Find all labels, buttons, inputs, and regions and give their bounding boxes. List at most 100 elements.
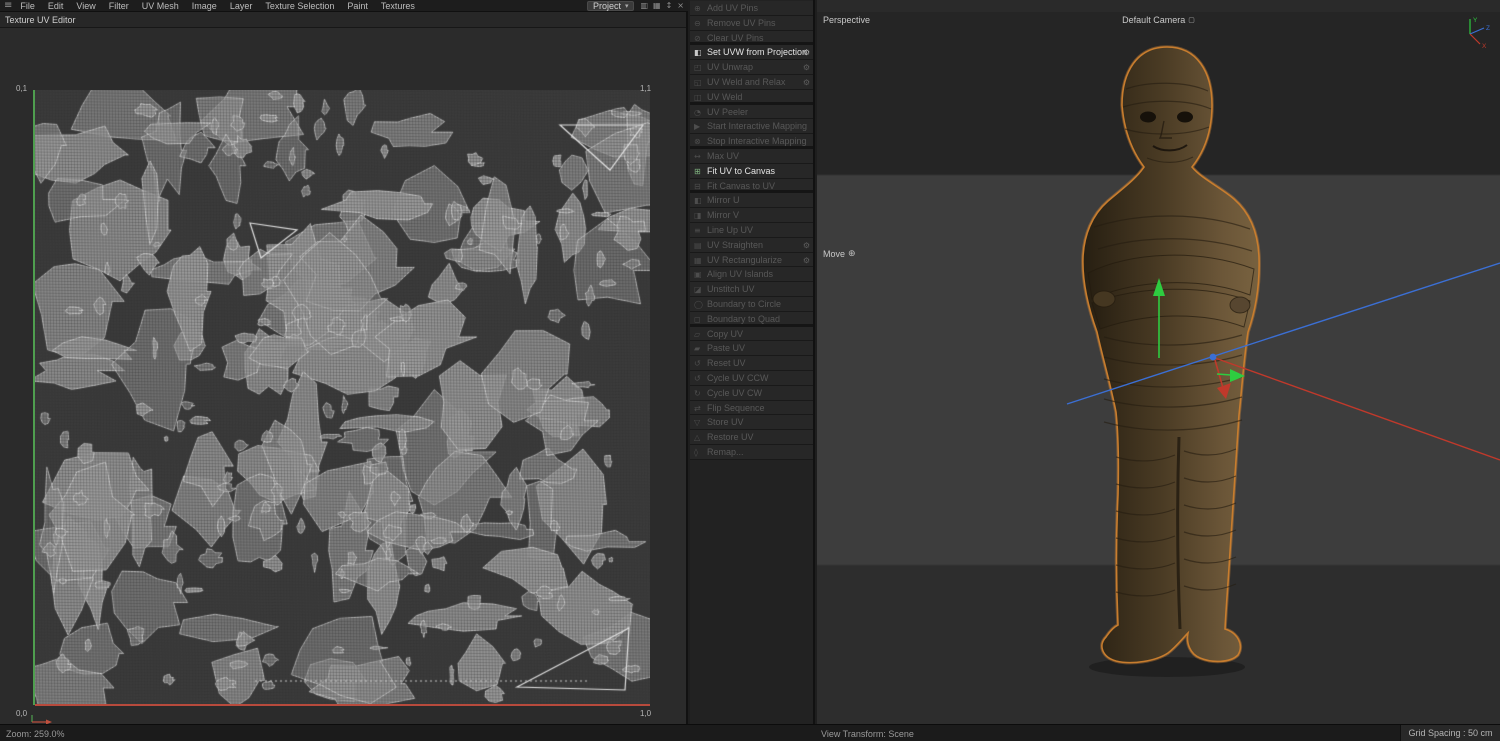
uv-command-label: Stop Interactive Mapping <box>707 136 807 146</box>
uv-command-row[interactable]: ⊕ Add UV Pins ⚙ <box>690 1 813 16</box>
menu-item[interactable]: Image <box>192 1 217 11</box>
uv-command-icon: ⊕ <box>694 1 701 16</box>
uv-command-label: Cycle UV CCW <box>707 373 769 383</box>
uv-command-row[interactable]: ◧ Set UVW from Projection ⚙ <box>690 45 813 60</box>
viewport-view-area[interactable]: Perspective Default Camera ▢ Move ⊕ <box>817 12 1500 724</box>
u-axis-line <box>35 704 650 706</box>
uv-command-row[interactable]: ⊟ Fit Canvas to UV ⚙ <box>690 179 813 194</box>
uv-command-label: Unstitch UV <box>707 284 755 294</box>
grid-spacing-status: Grid Spacing : 50 cm <box>1400 725 1500 741</box>
axis-orientation-icon: Y Z X <box>1452 14 1496 54</box>
uv-command-row[interactable]: ◨ Mirror V ⚙ <box>690 208 813 223</box>
uv-command-row[interactable]: ⊖ Remove UV Pins ⚙ <box>690 16 813 31</box>
uv-command-label: Max UV <box>707 151 739 161</box>
uv-command-icon: ◔ <box>694 105 701 120</box>
uv-command-label: Copy UV <box>707 329 743 339</box>
hamburger-icon[interactable]: ≡ <box>4 0 12 11</box>
uv-command-row[interactable]: ◯ Boundary to Circle ⚙ <box>690 297 813 312</box>
uv-command-label: Clear UV Pins <box>707 33 764 43</box>
uv-command-label: Set UVW from Projection <box>707 47 807 57</box>
uv-command-row[interactable]: ⊞ Fit UV to Canvas ⚙ <box>690 164 813 179</box>
uv-command-icon: ⊗ <box>694 134 701 149</box>
float-panel-icon[interactable]: ↕ <box>666 1 673 10</box>
uv-command-row[interactable]: ▤ UV Straighten ⚙ <box>690 238 813 253</box>
svg-text:Y: Y <box>1473 17 1478 24</box>
uv-command-row[interactable]: ◊ Remap... ⚙ <box>690 445 813 460</box>
uv-command-row[interactable]: ⊗ Stop Interactive Mapping ⚙ <box>690 134 813 149</box>
uv-command-label: Fit Canvas to UV <box>707 181 775 191</box>
uv-command-row[interactable]: ▱ Copy UV ⚙ <box>690 327 813 342</box>
uv-command-icon: ▰ <box>694 341 700 356</box>
uv-command-row[interactable]: ↺ Cycle UV CCW ⚙ <box>690 371 813 386</box>
uv-command-icon: ◰ <box>694 60 702 75</box>
menu-item[interactable]: Paint <box>347 1 368 11</box>
uv-command-row[interactable]: ◪ Unstitch UV ⚙ <box>690 282 813 297</box>
uv-command-label: UV Weld and Relax <box>707 77 785 87</box>
uv-command-row[interactable]: △ Restore UV ⚙ <box>690 430 813 445</box>
project-dropdown[interactable]: Project ▾ <box>587 1 635 11</box>
mummy-model[interactable] <box>1052 37 1272 682</box>
menu-item[interactable]: UV Mesh <box>142 1 179 11</box>
uv-command-row[interactable]: ◰ UV Unwrap ⚙ <box>690 60 813 75</box>
menu-item[interactable]: Filter <box>109 1 129 11</box>
menu-item[interactable]: View <box>76 1 95 11</box>
uv-command-row[interactable]: ⇄ Flip Sequence ⚙ <box>690 401 813 416</box>
uv-command-icon: ⊖ <box>694 16 701 31</box>
gear-icon[interactable]: ⚙ <box>803 60 810 75</box>
panel-title: Texture UV Editor <box>5 15 76 25</box>
uv-command-icon: ◊ <box>694 445 698 460</box>
gear-icon[interactable]: ⚙ <box>803 75 810 90</box>
uv-command-row[interactable]: ◧ Mirror U ⚙ <box>690 193 813 208</box>
uv-command-row[interactable]: ◱ UV Weld and Relax ⚙ <box>690 75 813 90</box>
uv-command-row[interactable]: ≡ Line Up UV ⚙ <box>690 223 813 238</box>
uv-command-icon: ↻ <box>694 386 701 401</box>
chevron-down-icon: ▾ <box>625 2 629 10</box>
gear-icon[interactable]: ⚙ <box>803 253 810 268</box>
uv-command-label: Remove UV Pins <box>707 18 776 28</box>
uv-command-label: UV Straighten <box>707 240 763 250</box>
uv-command-label: Start Interactive Mapping <box>707 121 807 131</box>
uv-command-label: Flip Sequence <box>707 403 765 413</box>
uv-map-canvas[interactable] <box>35 90 650 705</box>
uv-command-icon: ◪ <box>694 282 702 297</box>
uv-command-label: UV Weld <box>707 92 742 102</box>
chart-icon[interactable]: ▥ <box>640 1 648 10</box>
uv-command-row[interactable]: ◫ UV Weld ⚙ <box>690 90 813 105</box>
zoom-status: Zoom: 259.0% <box>6 729 65 739</box>
camera-label[interactable]: Default Camera ▢ <box>1122 15 1195 25</box>
uv-origin-axis-icon <box>24 714 64 724</box>
uv-command-label: Paste UV <box>707 343 745 353</box>
gear-icon[interactable]: ⚙ <box>803 238 810 253</box>
uv-editor-menubar-right: Project ▾ ▥ ▦ ↕ × <box>587 1 684 11</box>
menu-item[interactable]: File <box>20 1 35 11</box>
uv-command-icon: ▦ <box>694 253 702 268</box>
uv-command-label: Reset UV <box>707 358 746 368</box>
menu-item[interactable]: Textures <box>381 1 415 11</box>
menu-item[interactable]: Edit <box>48 1 64 11</box>
uv-command-row[interactable]: ⊘ Clear UV Pins ⚙ <box>690 31 813 46</box>
uv-command-row[interactable]: ◔ UV Peeler ⚙ <box>690 105 813 120</box>
uv-command-icon: ⊟ <box>694 179 701 194</box>
uv-command-label: Store UV <box>707 417 744 427</box>
uv-command-row[interactable]: ↺ Reset UV ⚙ <box>690 356 813 371</box>
layout-icon[interactable]: ▦ <box>653 1 661 10</box>
uv-corner-label: 1,1 <box>640 84 651 93</box>
uv-command-row[interactable]: ▶ Start Interactive Mapping ⚙ <box>690 119 813 134</box>
uv-command-row[interactable]: ▣ Align UV Islands ⚙ <box>690 267 813 282</box>
uv-command-row[interactable]: ▦ UV Rectangularize ⚙ <box>690 253 813 268</box>
uv-command-icon: ⇄ <box>694 401 701 416</box>
uv-command-row[interactable]: ▽ Store UV ⚙ <box>690 415 813 430</box>
uv-command-icon: ▤ <box>694 238 702 253</box>
close-icon[interactable]: × <box>677 1 684 10</box>
uv-command-row[interactable]: ▰ Paste UV ⚙ <box>690 341 813 356</box>
menu-item[interactable]: Layer <box>230 1 253 11</box>
uv-command-row[interactable]: ↔ Max UV ⚙ <box>690 149 813 164</box>
uv-command-label: UV Peeler <box>707 107 748 117</box>
uv-command-icon: ◯ <box>694 297 703 312</box>
menu-item[interactable]: Texture Selection <box>265 1 334 11</box>
gear-icon[interactable]: ⚙ <box>803 45 810 60</box>
uv-command-label: UV Rectangularize <box>707 255 782 265</box>
uv-command-row[interactable]: ↻ Cycle UV CW ⚙ <box>690 386 813 401</box>
uv-command-icon: ▽ <box>694 415 700 430</box>
uv-command-row[interactable]: ◻ Boundary to Quad ⚙ <box>690 312 813 327</box>
